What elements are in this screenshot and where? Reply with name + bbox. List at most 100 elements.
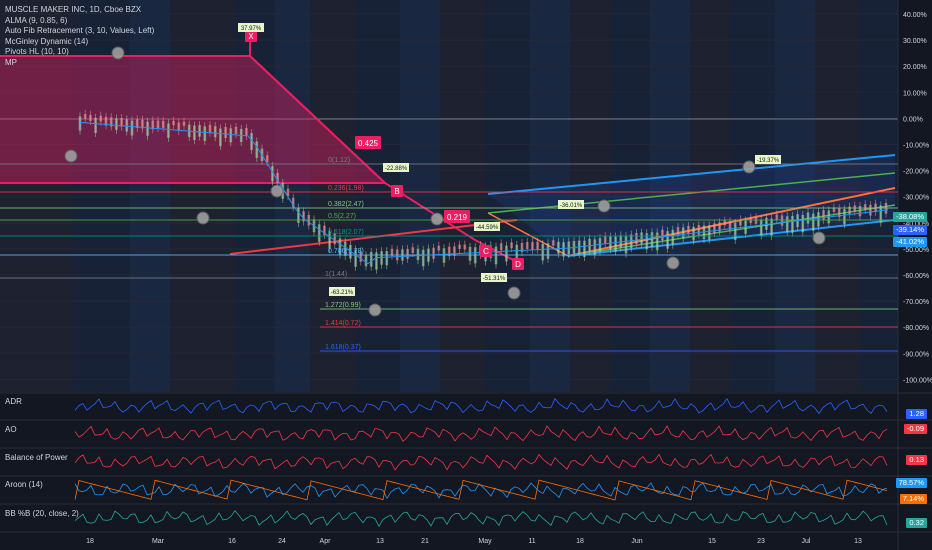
indicator-pivots[interactable]: Pivots HL (10, 10) bbox=[5, 47, 154, 58]
candle-body bbox=[442, 248, 446, 263]
candle-body bbox=[421, 249, 425, 267]
pivot-marker[interactable] bbox=[597, 199, 611, 213]
candle-body bbox=[723, 220, 727, 226]
indicator-mcginley[interactable]: McGinley Dynamic (14) bbox=[5, 37, 154, 48]
indicator-auto-fib[interactable]: Auto Fib Retracement (3, 10, Values, Lef… bbox=[5, 26, 154, 37]
price-tag-1: -38.08% bbox=[893, 212, 927, 222]
candle-body bbox=[115, 118, 118, 130]
candle-body bbox=[416, 248, 420, 261]
fib-level-label: 0.786(1.78) bbox=[328, 248, 364, 255]
candle-body bbox=[863, 204, 867, 211]
fib-level-label: 0.618(2.07) bbox=[328, 229, 364, 236]
fib-level-label: 1(1.44) bbox=[325, 271, 347, 278]
candle-body bbox=[432, 247, 435, 259]
candle-body bbox=[468, 246, 472, 261]
candle-body bbox=[499, 243, 503, 251]
price-tick-label: -20.00% bbox=[903, 169, 929, 176]
candle-body bbox=[650, 232, 654, 247]
candle-body bbox=[869, 204, 872, 216]
aroon-down-tag: 7.14% bbox=[899, 494, 927, 504]
price-tag-3: -41.02% bbox=[893, 237, 927, 247]
candle-body bbox=[713, 223, 716, 234]
pivot-marker[interactable] bbox=[742, 160, 756, 174]
candle-body bbox=[525, 241, 529, 249]
candle-body bbox=[801, 214, 805, 233]
candle-body bbox=[203, 126, 207, 141]
candle-body bbox=[458, 244, 461, 249]
candle-body bbox=[791, 215, 794, 233]
candle-body bbox=[661, 229, 664, 241]
pivot-marker[interactable] bbox=[368, 303, 382, 317]
session-band bbox=[440, 0, 485, 392]
fib-level-label: 0.382(2.47) bbox=[328, 201, 364, 208]
candle-body bbox=[817, 212, 820, 227]
pivot-marker[interactable] bbox=[812, 231, 826, 245]
price-tick-label: -30.00% bbox=[903, 195, 929, 202]
time-tick-label: 18 bbox=[86, 538, 94, 545]
time-tick-label: 16 bbox=[228, 538, 236, 545]
pivot-marker[interactable] bbox=[666, 256, 680, 270]
candle-body bbox=[707, 225, 711, 240]
candle-body bbox=[297, 207, 300, 223]
pivot-marker[interactable] bbox=[270, 184, 284, 198]
pivot-marker[interactable] bbox=[196, 211, 210, 225]
price-tick-label: -70.00% bbox=[903, 299, 929, 306]
candle-body bbox=[510, 242, 513, 249]
candle-body bbox=[671, 229, 675, 245]
pane-label-ao[interactable]: AO bbox=[5, 425, 17, 434]
candle-body bbox=[364, 255, 368, 267]
candle-body bbox=[94, 117, 97, 133]
pattern-point-label: C bbox=[483, 247, 489, 256]
pivot-marker[interactable] bbox=[430, 212, 444, 226]
candle-body bbox=[614, 236, 617, 252]
candle-body bbox=[687, 225, 690, 234]
candle-body bbox=[531, 241, 534, 250]
candle-body bbox=[733, 222, 737, 240]
pane-series-line bbox=[74, 510, 888, 528]
candle-body bbox=[146, 121, 149, 136]
pane-label-adr[interactable]: ADR bbox=[5, 397, 22, 406]
candle-body bbox=[775, 214, 779, 220]
candle-body bbox=[224, 127, 227, 139]
price-tick-label: -100.00% bbox=[903, 377, 932, 384]
candle-body bbox=[551, 240, 555, 246]
pane-series-line bbox=[74, 398, 888, 415]
indicator-mp[interactable]: MP bbox=[5, 58, 154, 69]
candle-body bbox=[536, 241, 539, 250]
candle-body bbox=[99, 115, 103, 122]
pattern-point-label: X bbox=[248, 32, 254, 41]
time-tick-label: May bbox=[478, 538, 492, 545]
pane-label-bop[interactable]: Balance of Power bbox=[5, 453, 68, 462]
candle-body bbox=[588, 238, 591, 251]
candle-body bbox=[676, 227, 680, 236]
change-label: -19.37% bbox=[757, 158, 780, 164]
price-tick-label: 0.00% bbox=[903, 116, 923, 123]
price-tick-label: -50.00% bbox=[903, 247, 929, 254]
change-label: -51.31% bbox=[483, 276, 506, 282]
candle-body bbox=[78, 116, 82, 131]
candle-body bbox=[785, 216, 789, 232]
chart-canvas[interactable]: 0(1.12) 0.236(1.98) 0.382(2.47) 0.5(2.27) 0.… bbox=[0, 0, 932, 550]
pane-label-aroon[interactable]: Aroon (14) bbox=[5, 480, 43, 489]
candle-body bbox=[125, 119, 129, 132]
symbol-title[interactable]: MUSCLE MAKER INC, 1D, Cboe BZX bbox=[5, 5, 154, 16]
candle-body bbox=[603, 235, 607, 244]
aroon-up-tag: 78.57% bbox=[895, 478, 927, 488]
price-tick-label: -80.00% bbox=[903, 325, 929, 332]
time-tick-label: 21 bbox=[421, 538, 429, 545]
change-label: -63.21% bbox=[331, 290, 354, 296]
candle-body bbox=[546, 243, 550, 259]
time-tick-label: 15 bbox=[708, 538, 716, 545]
candle-body bbox=[213, 126, 217, 138]
price-tick-label: 30.00% bbox=[903, 38, 927, 45]
pivot-marker[interactable] bbox=[64, 149, 78, 163]
price-tick-label: -10.00% bbox=[903, 143, 929, 150]
candle-body bbox=[505, 245, 508, 262]
indicator-alma[interactable]: ALMA (9, 0.85, 6) bbox=[5, 16, 154, 27]
candle-body bbox=[562, 242, 565, 257]
pane-series-line bbox=[74, 425, 888, 442]
pivot-marker[interactable] bbox=[507, 286, 521, 300]
fib-level-label: 1.618(0.37) bbox=[325, 344, 361, 351]
candle-body bbox=[780, 215, 784, 226]
pane-label-bbb[interactable]: BB %B (20, close, 2) bbox=[5, 509, 79, 518]
